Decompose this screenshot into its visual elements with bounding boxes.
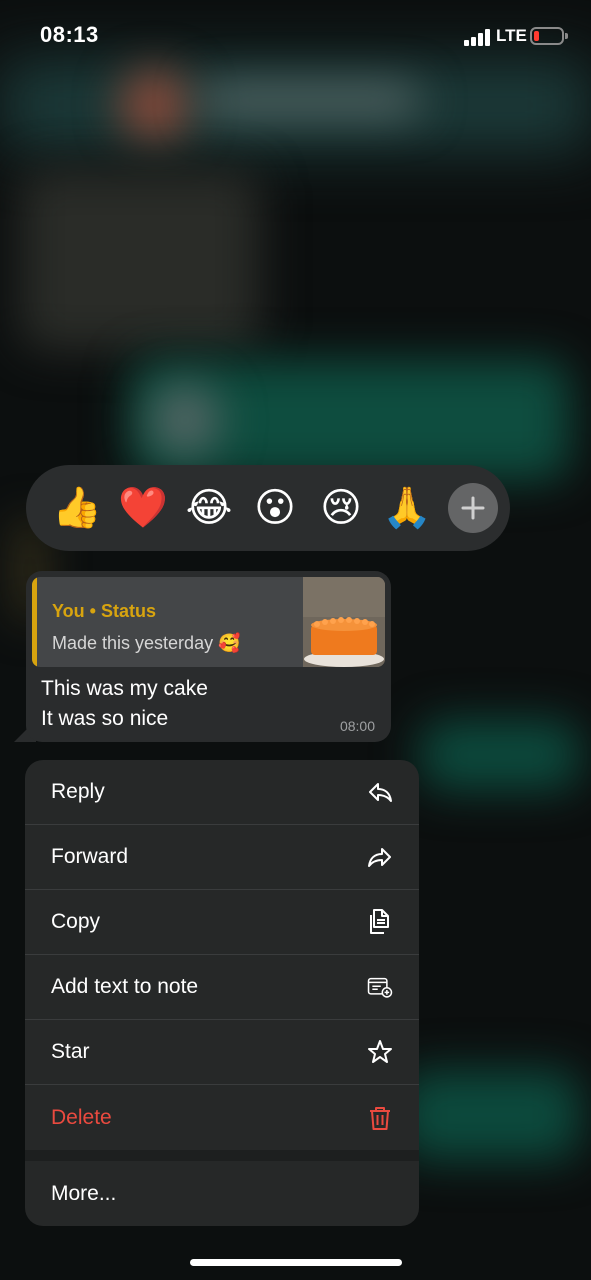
menu-separator [25,1150,419,1161]
status-thumbnail [303,577,385,667]
reaction-bar: 👍 ❤️ 😂 😮 😢 🙏 [26,465,510,551]
menu-item-forward[interactable]: Forward [25,825,419,890]
forward-icon [367,844,393,870]
quote-text: Made this yesterday 🥰 [52,633,241,653]
menu-label-delete: Delete [51,1105,112,1129]
add-note-icon [367,974,393,1000]
status-time: 08:13 [40,22,99,47]
message-line-1: This was my cake [41,677,208,700]
home-indicator[interactable] [190,1259,402,1266]
message-bubble[interactable]: You • Status Made this yesterday 🥰 This … [26,571,391,742]
menu-label-reply: Reply [51,780,105,803]
menu-item-add-to-note[interactable]: Add text to note [25,955,419,1020]
menu-item-copy[interactable]: Copy [25,890,419,955]
menu-label-add-to-note: Add text to note [51,975,199,998]
context-menu: Reply Forward Copy Add text to note Star… [25,760,419,1226]
reaction-sad[interactable]: 😢 [308,475,374,541]
quote-title: You • Status [52,601,156,621]
status-quote[interactable]: You • Status Made this yesterday 🥰 [32,577,385,667]
menu-label-copy: Copy [51,910,101,933]
star-icon [367,1039,393,1065]
menu-item-delete[interactable]: Delete [25,1085,419,1150]
reaction-surprised[interactable]: 😮 [242,475,308,541]
message-time: 08:00 [339,718,375,734]
battery-icon [530,27,568,45]
reaction-thumbs-up[interactable]: 👍 [44,475,110,541]
menu-item-more[interactable]: More... [25,1161,419,1226]
menu-item-star[interactable]: Star [25,1020,419,1085]
reaction-laughing[interactable]: 😂 [176,475,242,541]
reaction-heart[interactable]: ❤️ [110,475,176,541]
copy-icon [367,909,393,935]
plus-icon [461,496,485,520]
trash-icon [367,1105,393,1131]
menu-item-reply[interactable]: Reply [25,760,419,825]
quote-accent-bar [32,577,37,667]
reaction-praying[interactable]: 🙏 [374,475,440,541]
menu-label-more: More... [51,1181,117,1205]
message-line-2: It was so nice [41,707,169,730]
reply-icon [367,779,393,805]
more-reactions-button[interactable] [448,483,498,533]
network-type: LTE [496,26,527,45]
menu-label-star: Star [51,1040,90,1063]
signal-icon [464,28,492,46]
status-bar: 08:13 LTE [0,0,591,72]
menu-label-forward: Forward [51,845,129,868]
